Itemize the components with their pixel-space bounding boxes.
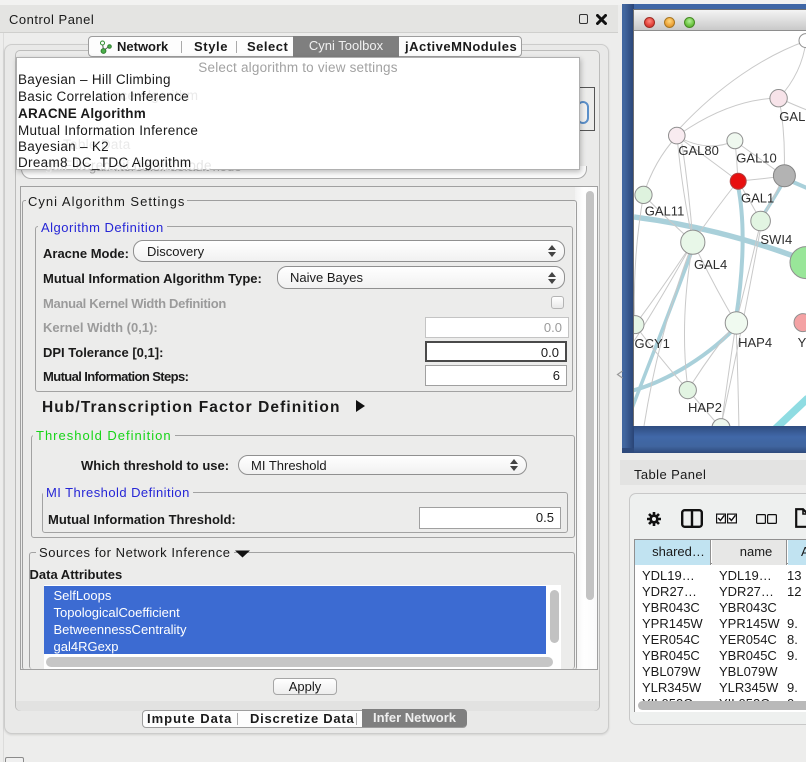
svg-text:GAL80: GAL80	[678, 143, 718, 158]
svg-text:GAL1: GAL1	[741, 191, 774, 206]
svg-text:GAL: GAL	[779, 109, 805, 124]
svg-text:HAP4: HAP4	[738, 335, 772, 350]
svg-text:GAL10: GAL10	[736, 151, 776, 166]
svg-text:GAL11: GAL11	[645, 204, 685, 219]
svg-text:GCY1: GCY1	[635, 336, 670, 351]
svg-text:HAP2: HAP2	[688, 400, 722, 415]
svg-text:GAL4: GAL4	[694, 257, 727, 272]
svg-text:SWI4: SWI4	[760, 232, 792, 247]
svg-text:Y: Y	[798, 335, 806, 350]
